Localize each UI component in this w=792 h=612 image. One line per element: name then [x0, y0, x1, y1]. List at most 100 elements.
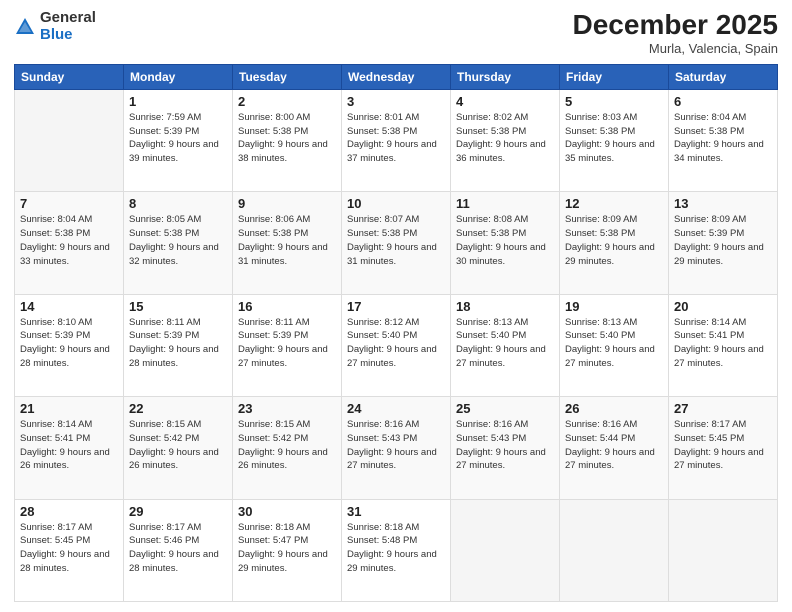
location: Murla, Valencia, Spain [573, 41, 778, 56]
day-info: Sunrise: 8:02 AM Sunset: 5:38 PM Dayligh… [456, 111, 554, 166]
day-number: 2 [238, 94, 336, 109]
day-info: Sunrise: 8:15 AM Sunset: 5:42 PM Dayligh… [129, 418, 227, 473]
day-info: Sunrise: 8:10 AM Sunset: 5:39 PM Dayligh… [20, 316, 118, 371]
table-row: 26 Sunrise: 8:16 AM Sunset: 5:44 PM Dayli… [560, 397, 669, 499]
day-info: Sunrise: 8:18 AM Sunset: 5:48 PM Dayligh… [347, 521, 445, 576]
day-number: 1 [129, 94, 227, 109]
col-thursday: Thursday [451, 64, 560, 89]
table-row: 28Sunrise: 8:17 AM Sunset: 5:45 PM Dayli… [15, 499, 124, 601]
day-number: 9 [238, 196, 336, 211]
table-row: 23 Sunrise: 8:15 AM Sunset: 5:42 PM Dayli… [233, 397, 342, 499]
day-number: 8 [129, 196, 227, 211]
table-row: 19 Sunrise: 8:13 AM Sunset: 5:40 PM Dayli… [560, 294, 669, 396]
day-number: 12 [565, 196, 663, 211]
logo-text: General Blue [40, 10, 96, 43]
day-number: 30 [238, 504, 336, 519]
day-info: Sunrise: 8:04 AM Sunset: 5:38 PM Dayligh… [20, 213, 118, 268]
day-info: Sunrise: 8:18 AM Sunset: 5:47 PM Dayligh… [238, 521, 336, 576]
day-number: 20 [674, 299, 772, 314]
logo-icon [14, 16, 36, 38]
table-row: 13Sunrise: 8:09 AM Sunset: 5:39 PM Dayli… [669, 192, 778, 294]
table-row: 16Sunrise: 8:11 AM Sunset: 5:39 PM Dayli… [233, 294, 342, 396]
day-number: 22 [129, 401, 227, 416]
table-row: 31 Sunrise: 8:18 AM Sunset: 5:48 PM Dayli… [342, 499, 451, 601]
day-info: Sunrise: 8:07 AM Sunset: 5:38 PM Dayligh… [347, 213, 445, 268]
table-row [15, 89, 124, 191]
day-number: 26 [565, 401, 663, 416]
logo: General Blue [14, 10, 96, 43]
table-row: 22 Sunrise: 8:15 AM Sunset: 5:42 PM Dayli… [124, 397, 233, 499]
header: General Blue December 2025 Murla, Valenc… [14, 10, 778, 56]
day-info: Sunrise: 8:11 AM Sunset: 5:39 PM Dayligh… [238, 316, 336, 371]
table-row [560, 499, 669, 601]
table-row: 24 Sunrise: 8:16 AM Sunset: 5:43 PM Dayli… [342, 397, 451, 499]
day-number: 18 [456, 299, 554, 314]
table-row: 1 Sunrise: 7:59 AM Sunset: 5:39 PM Daylig… [124, 89, 233, 191]
table-row: 9 Sunrise: 8:06 AM Sunset: 5:38 PM Daylig… [233, 192, 342, 294]
day-info: Sunrise: 8:09 AM Sunset: 5:38 PM Dayligh… [565, 213, 663, 268]
day-number: 6 [674, 94, 772, 109]
calendar-table: Sunday Monday Tuesday Wednesday Thursday… [14, 64, 778, 602]
day-number: 14 [20, 299, 118, 314]
month-title: December 2025 [573, 10, 778, 41]
col-saturday: Saturday [669, 64, 778, 89]
day-info: Sunrise: 8:16 AM Sunset: 5:43 PM Dayligh… [347, 418, 445, 473]
table-row: 12 Sunrise: 8:09 AM Sunset: 5:38 PM Dayli… [560, 192, 669, 294]
day-info: Sunrise: 8:08 AM Sunset: 5:38 PM Dayligh… [456, 213, 554, 268]
day-number: 27 [674, 401, 772, 416]
day-info: Sunrise: 8:15 AM Sunset: 5:42 PM Dayligh… [238, 418, 336, 473]
day-info: Sunrise: 8:13 AM Sunset: 5:40 PM Dayligh… [565, 316, 663, 371]
day-info: Sunrise: 8:00 AM Sunset: 5:38 PM Dayligh… [238, 111, 336, 166]
day-info: Sunrise: 7:59 AM Sunset: 5:39 PM Dayligh… [129, 111, 227, 166]
table-row: 30 Sunrise: 8:18 AM Sunset: 5:47 PM Dayli… [233, 499, 342, 601]
table-row: 7 Sunrise: 8:04 AM Sunset: 5:38 PM Daylig… [15, 192, 124, 294]
table-row [669, 499, 778, 601]
day-number: 21 [20, 401, 118, 416]
table-row: 21 Sunrise: 8:14 AM Sunset: 5:41 PM Dayli… [15, 397, 124, 499]
day-info: Sunrise: 8:16 AM Sunset: 5:44 PM Dayligh… [565, 418, 663, 473]
table-row: 4 Sunrise: 8:02 AM Sunset: 5:38 PM Daylig… [451, 89, 560, 191]
day-info: Sunrise: 8:13 AM Sunset: 5:40 PM Dayligh… [456, 316, 554, 371]
col-wednesday: Wednesday [342, 64, 451, 89]
table-row: 15 Sunrise: 8:11 AM Sunset: 5:39 PM Dayli… [124, 294, 233, 396]
table-row: 25 Sunrise: 8:16 AM Sunset: 5:43 PM Dayli… [451, 397, 560, 499]
day-info: Sunrise: 8:14 AM Sunset: 5:41 PM Dayligh… [674, 316, 772, 371]
day-info: Sunrise: 8:06 AM Sunset: 5:38 PM Dayligh… [238, 213, 336, 268]
table-row: 8 Sunrise: 8:05 AM Sunset: 5:38 PM Daylig… [124, 192, 233, 294]
day-info: Sunrise: 8:16 AM Sunset: 5:43 PM Dayligh… [456, 418, 554, 473]
table-row: 17Sunrise: 8:12 AM Sunset: 5:40 PM Dayli… [342, 294, 451, 396]
day-info: Sunrise: 8:05 AM Sunset: 5:38 PM Dayligh… [129, 213, 227, 268]
table-row: 6 Sunrise: 8:04 AM Sunset: 5:38 PM Daylig… [669, 89, 778, 191]
day-number: 7 [20, 196, 118, 211]
day-info: Sunrise: 8:17 AM Sunset: 5:45 PM Dayligh… [20, 521, 118, 576]
day-number: 11 [456, 196, 554, 211]
logo-general-text: General [40, 9, 96, 26]
col-sunday: Sunday [15, 64, 124, 89]
day-number: 10 [347, 196, 445, 211]
table-row: 18 Sunrise: 8:13 AM Sunset: 5:40 PM Dayli… [451, 294, 560, 396]
day-number: 31 [347, 504, 445, 519]
day-info: Sunrise: 8:12 AM Sunset: 5:40 PM Dayligh… [347, 316, 445, 371]
col-friday: Friday [560, 64, 669, 89]
day-number: 29 [129, 504, 227, 519]
day-number: 3 [347, 94, 445, 109]
day-info: Sunrise: 8:01 AM Sunset: 5:38 PM Dayligh… [347, 111, 445, 166]
day-info: Sunrise: 8:04 AM Sunset: 5:38 PM Dayligh… [674, 111, 772, 166]
day-info: Sunrise: 8:14 AM Sunset: 5:41 PM Dayligh… [20, 418, 118, 473]
day-number: 24 [347, 401, 445, 416]
col-monday: Monday [124, 64, 233, 89]
day-info: Sunrise: 8:11 AM Sunset: 5:39 PM Dayligh… [129, 316, 227, 371]
day-number: 19 [565, 299, 663, 314]
day-number: 25 [456, 401, 554, 416]
table-row: 2 Sunrise: 8:00 AM Sunset: 5:38 PM Daylig… [233, 89, 342, 191]
calendar-header-row: Sunday Monday Tuesday Wednesday Thursday… [15, 64, 778, 89]
table-row: 10 Sunrise: 8:07 AM Sunset: 5:38 PM Dayli… [342, 192, 451, 294]
day-number: 5 [565, 94, 663, 109]
day-number: 4 [456, 94, 554, 109]
day-number: 15 [129, 299, 227, 314]
day-info: Sunrise: 8:17 AM Sunset: 5:46 PM Dayligh… [129, 521, 227, 576]
table-row: 20 Sunrise: 8:14 AM Sunset: 5:41 PM Dayli… [669, 294, 778, 396]
day-number: 23 [238, 401, 336, 416]
col-tuesday: Tuesday [233, 64, 342, 89]
table-row: 27Sunrise: 8:17 AM Sunset: 5:45 PM Dayli… [669, 397, 778, 499]
